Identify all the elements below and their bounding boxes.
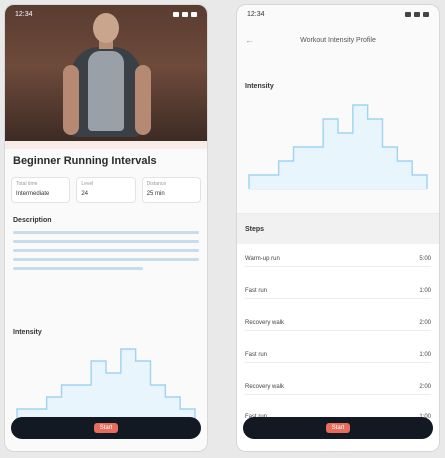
battery-icon	[423, 11, 429, 17]
steps-panel: Steps Warm-up run 5:00 Fast run 1:00 Rec…	[237, 213, 439, 451]
text-line	[13, 231, 199, 234]
step-time: 1:00	[419, 288, 431, 294]
intensity-chart	[245, 101, 431, 193]
athlete-head	[93, 13, 119, 43]
step-time: 1:00	[419, 352, 431, 358]
step-row[interactable]: Fast run 1:00	[245, 284, 431, 299]
stat-label: Level	[81, 181, 94, 187]
text-line	[13, 267, 144, 270]
description-text	[13, 231, 199, 276]
step-time: 2:00	[419, 320, 431, 326]
start-button[interactable]: Start	[243, 417, 433, 439]
intensity-chart-svg	[248, 104, 428, 190]
status-time: 12:34	[247, 10, 265, 18]
wifi-icon	[182, 11, 188, 17]
start-button-label: Start	[93, 423, 119, 433]
text-line	[13, 240, 199, 243]
step-name: Warm-up run	[245, 256, 280, 262]
athlete-tank-top	[88, 51, 124, 131]
stat-label: Total time	[16, 181, 38, 187]
step-time: 5:00	[419, 256, 431, 262]
status-bar: 12:34	[237, 5, 439, 23]
signal-icon	[173, 11, 179, 17]
nav-title: Workout Intensity Profile	[300, 37, 376, 44]
athlete-arm-right	[135, 65, 151, 135]
step-row[interactable]: Fast run 1:00	[245, 348, 431, 363]
stat-label: Distance	[146, 181, 167, 187]
hero-image: 12:34	[5, 5, 207, 141]
step-name: Recovery walk	[245, 384, 285, 390]
intensity-chart	[13, 345, 199, 425]
start-button-label: Start	[325, 423, 351, 433]
step-name: Recovery walk	[245, 320, 285, 326]
stat-value: Intermediate	[16, 191, 50, 197]
status-icons	[173, 11, 197, 17]
step-name: Fast run	[245, 288, 268, 294]
text-line	[13, 258, 199, 261]
status-icons	[405, 11, 429, 17]
stats-row: Total time Intermediate Level 24 Distanc…	[11, 177, 201, 203]
signal-icon	[405, 11, 411, 17]
card-edge	[5, 141, 207, 149]
start-button[interactable]: Start	[11, 417, 201, 439]
step-name: Fast run	[245, 352, 268, 358]
intensity-heading: Intensity	[245, 83, 274, 90]
status-time: 12:34	[15, 10, 33, 18]
battery-icon	[191, 11, 197, 17]
stat-value: 25 min	[146, 191, 165, 197]
intensity-area	[249, 105, 427, 189]
wifi-icon	[414, 11, 420, 17]
intensity-area	[17, 349, 195, 421]
stat-card: Distance 25 min	[141, 177, 201, 203]
phone-screen-left: 12:34 Beginner Running Intervals Total t…	[4, 4, 208, 452]
step-time: 2:00	[419, 384, 431, 390]
description-heading: Description	[13, 217, 52, 224]
steps-panel-header	[237, 214, 439, 244]
workout-title: Beginner Running Intervals	[13, 155, 157, 167]
stat-card: Level 24	[76, 177, 136, 203]
stat-card: Total time Intermediate	[11, 177, 71, 203]
text-line	[13, 249, 199, 252]
step-row[interactable]: Recovery walk 2:00	[245, 316, 431, 331]
athlete-arm-left	[63, 65, 79, 135]
intensity-chart-svg	[16, 348, 196, 422]
step-row[interactable]: Recovery walk 2:00	[245, 380, 431, 395]
step-row[interactable]: Warm-up run 5:00	[245, 252, 431, 267]
phone-screen-right: 12:34 ← Workout Intensity Profile Intens…	[236, 4, 440, 452]
steps-heading: Steps	[245, 226, 265, 233]
stat-value: 24	[81, 191, 89, 197]
intensity-heading: Intensity	[13, 329, 42, 336]
